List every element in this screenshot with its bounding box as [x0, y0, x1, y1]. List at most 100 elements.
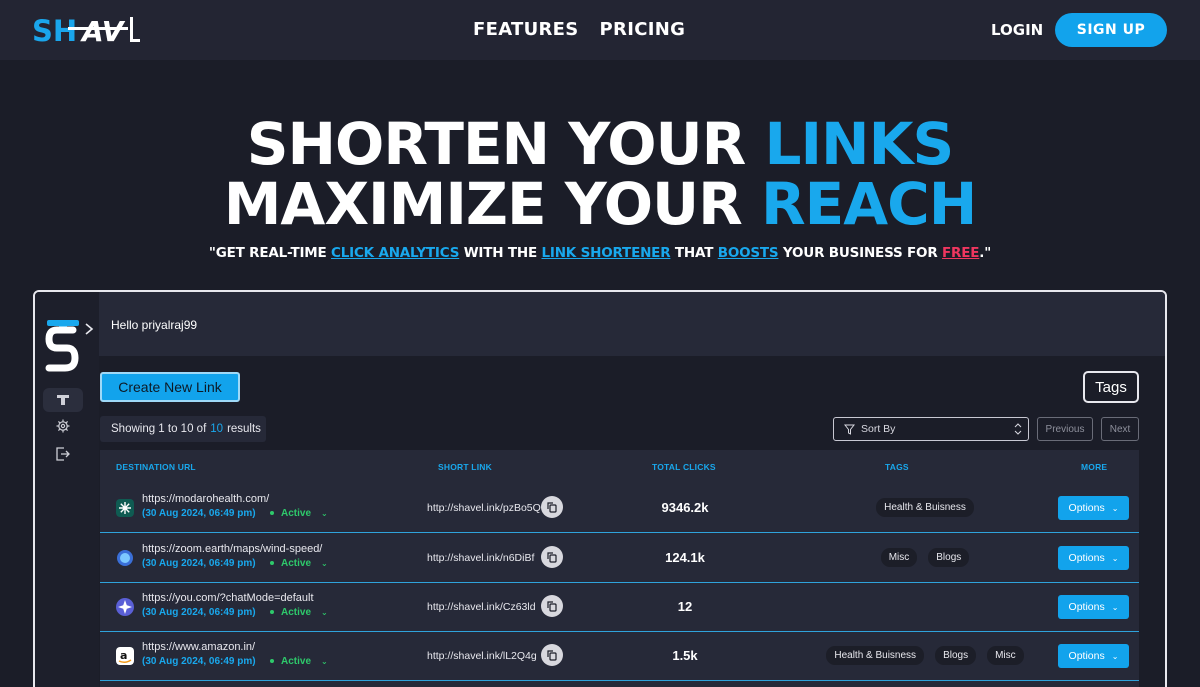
- chevron-down-icon: ⌄: [321, 509, 328, 518]
- copy-button[interactable]: [541, 644, 563, 666]
- status-label: Active: [281, 558, 312, 569]
- tag-badge: Blogs: [935, 646, 977, 665]
- copy-button[interactable]: [541, 496, 563, 518]
- login-link[interactable]: LOGIN: [991, 21, 1043, 39]
- filter-icon: [844, 424, 855, 435]
- shavl-logo[interactable]: SH AV: [32, 14, 144, 48]
- tagline-link-boosts[interactable]: BOOSTS: [718, 245, 779, 261]
- options-button[interactable]: Options ⌄: [1058, 496, 1129, 520]
- dashboard-topbar: Hello priyalraj99: [99, 292, 1165, 356]
- destination-url[interactable]: https://modarohealth.com/: [142, 493, 269, 505]
- results-total: 10: [210, 423, 224, 435]
- chevron-down-icon: ⌄: [321, 608, 328, 617]
- zoom-earth-favicon-icon: [117, 550, 133, 566]
- options-button[interactable]: Options ⌄: [1058, 644, 1129, 668]
- short-link[interactable]: http://shavel.ink/pzBo5Q: [427, 502, 541, 514]
- short-link[interactable]: http://shavel.ink/lL2Q4g: [427, 650, 537, 662]
- created-date: (30 Aug 2024, 06:49 pm): [142, 508, 256, 519]
- table-row: https://you.com/?chatMode=default (30 Au…: [100, 583, 1139, 632]
- copy-button[interactable]: [541, 546, 563, 568]
- signup-button[interactable]: SIGN UP: [1055, 13, 1167, 47]
- tag-badge: Blogs: [928, 548, 970, 567]
- hero-tagline: "GET REAL-TIME CLICK ANALYTICS WITH THE …: [0, 245, 1200, 261]
- status-dropdown[interactable]: Active ⌄: [270, 607, 328, 618]
- chevron-down-icon: ⌄: [321, 559, 328, 568]
- tagline-part: WITH THE: [459, 245, 542, 261]
- chevron-down-icon: ⌄: [1111, 503, 1119, 513]
- tag-badge: Health & Buisness: [826, 646, 925, 665]
- tags-list: Misc Blogs: [790, 548, 1060, 567]
- status-dropdown[interactable]: Active ⌄: [270, 656, 328, 667]
- col-header-short-link: SHORT LINK: [438, 462, 492, 472]
- destination-url[interactable]: https://zoom.earth/maps/wind-speed/: [142, 543, 322, 555]
- tagline-part: .": [979, 245, 992, 261]
- hero-line-2-accent: REACH: [760, 170, 977, 238]
- tagline-link-free[interactable]: FREE: [942, 245, 979, 261]
- table-row: https://zoom.earth/maps/wind-speed/ (30 …: [100, 534, 1139, 583]
- options-button[interactable]: Options ⌄: [1058, 546, 1129, 570]
- chevron-down-icon: ⌄: [321, 657, 328, 666]
- tags-list: Health & Buisness: [790, 498, 1060, 517]
- hero-line-1-accent: LINKS: [764, 110, 954, 178]
- copy-icon: [547, 551, 557, 563]
- copy-icon: [547, 600, 557, 612]
- tag-badge: Misc: [987, 646, 1024, 665]
- status-label: Active: [281, 607, 312, 618]
- total-clicks: 1.5k: [672, 648, 698, 663]
- modaro-favicon-icon: [116, 499, 134, 517]
- results-prefix: Showing 1 to 10 of: [111, 423, 207, 435]
- shovel-icon: [57, 395, 69, 405]
- tags-list: Health & Buisness Blogs Misc: [790, 646, 1060, 665]
- status-dot: [270, 659, 274, 664]
- nav-features[interactable]: FEATURES: [473, 19, 579, 40]
- total-clicks: 124.1k: [665, 550, 705, 565]
- tag-badge: Misc: [880, 548, 918, 567]
- logo-icon: SH AV: [32, 14, 140, 48]
- tagline-part: THAT: [670, 245, 718, 261]
- shavl-s-logo-icon: [45, 320, 79, 372]
- copy-button[interactable]: [541, 595, 563, 617]
- next-page-button[interactable]: Next: [1101, 417, 1139, 441]
- sort-by-select[interactable]: Sort By: [833, 417, 1029, 441]
- status-dot: [270, 561, 274, 566]
- amazon-favicon-icon: a: [116, 647, 134, 665]
- copy-icon: [547, 649, 557, 661]
- hero-line-2-text: MAXIMIZE YOUR: [223, 170, 761, 238]
- results-suffix: results: [227, 423, 261, 435]
- sidebar-logout-button[interactable]: [43, 442, 83, 466]
- tagline-link-link-shortener[interactable]: LINK SHORTENER: [541, 245, 670, 261]
- status-dot: [270, 511, 274, 516]
- total-clicks: 12: [677, 599, 693, 614]
- destination-url[interactable]: https://you.com/?chatMode=default: [142, 592, 314, 604]
- hero-line-1-text: SHORTEN YOUR: [246, 110, 765, 178]
- created-date: (30 Aug 2024, 06:49 pm): [142, 558, 256, 569]
- created-date: (30 Aug 2024, 06:49 pm): [142, 607, 256, 618]
- previous-page-button[interactable]: Previous: [1037, 417, 1093, 441]
- create-new-link-button[interactable]: Create New Link: [100, 372, 240, 402]
- short-link[interactable]: http://shavel.ink/n6DiBf: [427, 552, 534, 564]
- destination-url[interactable]: https://www.amazon.in/: [142, 641, 255, 653]
- tags-button[interactable]: Tags: [1083, 371, 1139, 403]
- top-nav: SH AV FEATURES PRICING LOGIN SIGN UP: [0, 0, 1200, 60]
- create-new-link-label: Create New Link: [118, 379, 222, 395]
- status-dropdown[interactable]: Active ⌄: [270, 508, 328, 519]
- tagline-link-click-analytics[interactable]: CLICK ANALYTICS: [331, 245, 459, 261]
- nav-pricing[interactable]: PRICING: [600, 19, 686, 40]
- total-clicks: 9346.2k: [661, 500, 709, 515]
- options-label: Options: [1068, 502, 1105, 514]
- sidebar-settings-button[interactable]: [43, 414, 83, 438]
- options-button[interactable]: Options ⌄: [1058, 595, 1129, 619]
- sort-by-label: Sort By: [861, 423, 896, 435]
- chevron-right-icon[interactable]: [83, 322, 95, 336]
- status-dot: [270, 610, 274, 615]
- sidebar-links-button[interactable]: [43, 388, 83, 412]
- chevron-updown-icon: [1014, 423, 1022, 435]
- col-header-more: MORE: [1081, 462, 1108, 472]
- chevron-down-icon: ⌄: [1111, 553, 1119, 563]
- status-dropdown[interactable]: Active ⌄: [270, 558, 328, 569]
- svg-text:AV: AV: [80, 15, 126, 46]
- status-label: Active: [281, 508, 312, 519]
- tagline-part: YOUR BUSINESS FOR: [778, 245, 943, 261]
- short-link[interactable]: http://shavel.ink/Cz63ld: [427, 601, 536, 613]
- dashboard-preview: Hello priyalraj99 Create New Link Tags S…: [33, 290, 1167, 687]
